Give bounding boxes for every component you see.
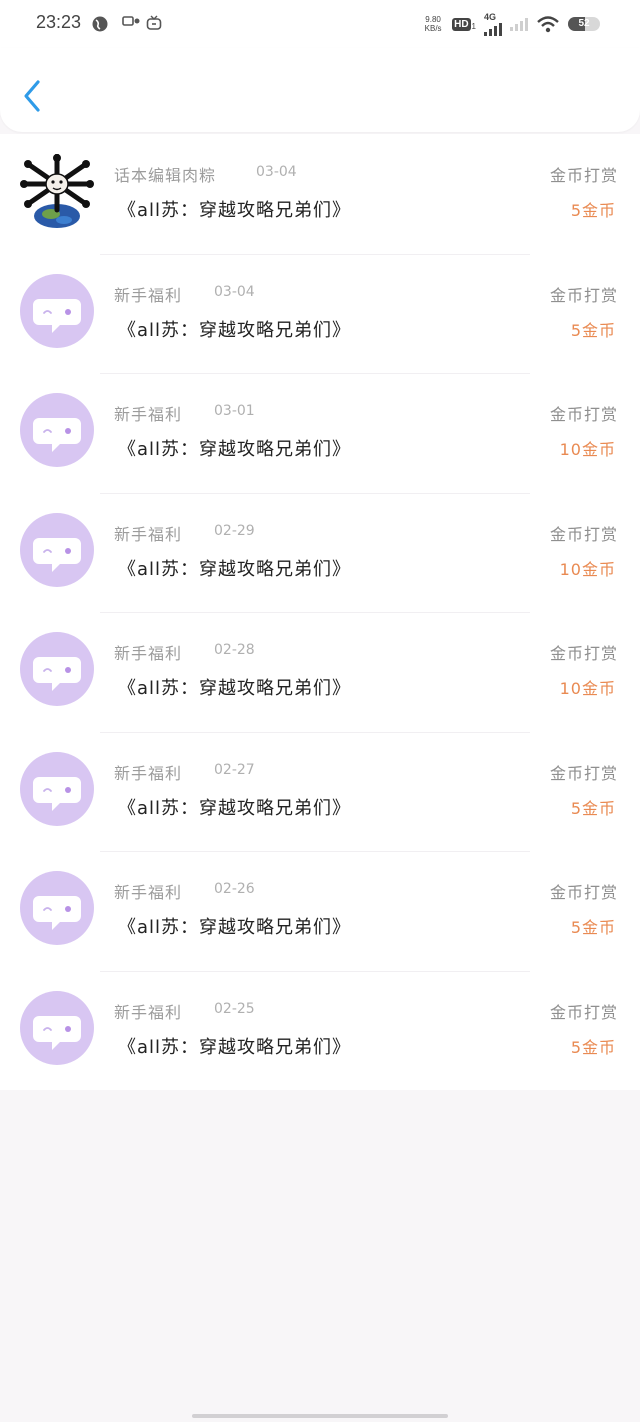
chat-bubble-icon xyxy=(33,418,81,452)
date: 03-04 xyxy=(214,283,255,300)
chevron-left-icon xyxy=(24,80,40,112)
sender-name: 新手福利 xyxy=(114,883,183,902)
date: 02-28 xyxy=(214,642,255,658)
chat-bubble-icon xyxy=(33,657,81,691)
date: 02-26 xyxy=(214,881,255,897)
status-time: 23:23 xyxy=(36,12,82,32)
status-right-group: 9.80 KB/s HD 1 4G 52 xyxy=(422,12,600,36)
tv-icon xyxy=(146,15,162,30)
reward-type: 金币打赏 xyxy=(549,1002,618,1022)
reward-amount: 5金币 xyxy=(570,201,616,220)
hd-sub-label: 1 xyxy=(471,21,476,31)
chat-bubble-icon xyxy=(33,298,81,333)
avatar xyxy=(20,871,94,945)
reward-amount: 10金币 xyxy=(559,440,616,459)
sender-name: 新手福利 xyxy=(114,405,183,424)
book-title: 《all苏：穿越攻略兄弟们》 xyxy=(118,917,352,938)
wifi-icon xyxy=(537,16,559,33)
avatar xyxy=(20,512,94,587)
list-item[interactable]: 新手福利 02-26 《all苏：穿越攻略兄弟们》 金币打赏 5金币 xyxy=(0,851,640,971)
sender-name: 话本编辑肉粽 xyxy=(114,166,217,185)
reward-amount: 5金币 xyxy=(570,918,616,937)
book-title: 《all苏：穿越攻略兄弟们》 xyxy=(118,1036,352,1058)
avatar xyxy=(20,154,94,228)
sender-name: 新手福利 xyxy=(114,1002,183,1022)
battery-level: 52 xyxy=(578,18,590,29)
network-type-label: 4G xyxy=(484,11,497,22)
date: 03-04 xyxy=(256,164,297,180)
list-item[interactable]: 新手福利 02-29 《all苏：穿越攻略兄弟们》 金币打赏 10金币 xyxy=(0,492,640,613)
chat-bubble-icon xyxy=(33,776,81,811)
list-item[interactable]: 新手福利 03-04 《all苏：穿越攻略兄弟们》 金币打赏 5金币 xyxy=(0,253,640,374)
network-speed: 9.80 KB/s xyxy=(422,15,444,33)
network-speed-value: 9.80 xyxy=(425,15,441,24)
hd-badge: HD 1 xyxy=(452,17,476,31)
sender-name: 新手福利 xyxy=(114,644,183,663)
sender-name: 新手福利 xyxy=(114,763,183,783)
message-icon xyxy=(122,16,140,26)
reward-type: 金币打赏 xyxy=(549,166,618,185)
list-item[interactable]: 新手福利 02-28 《all苏：穿越攻略兄弟们》 金币打赏 10金币 xyxy=(0,612,640,732)
sender-name: 新手福利 xyxy=(114,524,183,544)
status-bar: 23:23 9.80 KB/s HD 1 4G 52 xyxy=(0,0,640,48)
globe-icon xyxy=(92,16,108,32)
chat-bubble-icon xyxy=(33,896,81,930)
chat-bubble-icon xyxy=(33,537,81,572)
date: 02-27 xyxy=(214,761,255,778)
home-indicator[interactable] xyxy=(192,1414,448,1418)
reward-amount: 10金币 xyxy=(559,559,616,579)
signal-4g: 4G xyxy=(484,11,502,36)
signal-bars-icon xyxy=(484,22,502,36)
battery-icon: 52 xyxy=(568,17,600,31)
list-item[interactable]: 新手福利 03-01 《all苏：穿越攻略兄弟们》 金币打赏 10金币 xyxy=(0,373,640,493)
date: 03-01 xyxy=(214,403,255,419)
custom-avatar-icon xyxy=(20,154,94,228)
reward-type: 金币打赏 xyxy=(549,285,618,305)
list-item[interactable]: 新手福利 02-27 《all苏：穿越攻略兄弟们》 金币打赏 5金币 xyxy=(0,731,640,852)
back-button[interactable] xyxy=(18,76,48,116)
reward-type: 金币打赏 xyxy=(549,644,618,663)
avatar xyxy=(20,751,94,826)
reward-amount: 10金币 xyxy=(559,679,616,698)
book-title: 《all苏：穿越攻略兄弟们》 xyxy=(118,678,352,699)
reward-amount: 5金币 xyxy=(570,320,616,340)
date: 02-29 xyxy=(214,522,255,539)
chat-bubble-icon xyxy=(33,1015,81,1050)
reward-type: 金币打赏 xyxy=(549,405,618,424)
avatar xyxy=(20,273,94,348)
sender-name: 新手福利 xyxy=(114,285,183,305)
list-item[interactable]: 新手福利 02-25 《all苏：穿越攻略兄弟们》 金币打赏 5金币 xyxy=(0,970,640,1091)
reward-amount: 5金币 xyxy=(570,1037,616,1057)
avatar xyxy=(20,393,94,467)
book-title: 《all苏：穿越攻略兄弟们》 xyxy=(118,558,352,580)
book-title: 《all苏：穿越攻略兄弟们》 xyxy=(118,439,352,460)
date: 02-25 xyxy=(214,1000,255,1017)
signal-bars-secondary-icon xyxy=(510,17,528,31)
list-item[interactable]: 话本编辑肉粽 03-04 《all苏：穿越攻略兄弟们》 金币打赏 5金币 xyxy=(0,134,640,254)
book-title: 《all苏：穿越攻略兄弟们》 xyxy=(118,319,352,341)
avatar xyxy=(20,632,94,706)
avatar xyxy=(20,990,94,1065)
header xyxy=(0,48,640,132)
reward-list: 话本编辑肉粽 03-04 《all苏：穿越攻略兄弟们》 金币打赏 5金币 新手福… xyxy=(0,134,640,1090)
book-title: 《all苏：穿越攻略兄弟们》 xyxy=(118,797,352,819)
book-title: 《all苏：穿越攻略兄弟们》 xyxy=(118,200,352,221)
reward-type: 金币打赏 xyxy=(549,524,618,544)
hd-label: HD xyxy=(452,17,471,31)
network-speed-unit: KB/s xyxy=(424,24,442,33)
reward-type: 金币打赏 xyxy=(549,763,618,783)
reward-amount: 5金币 xyxy=(570,798,616,818)
reward-type: 金币打赏 xyxy=(549,883,618,902)
